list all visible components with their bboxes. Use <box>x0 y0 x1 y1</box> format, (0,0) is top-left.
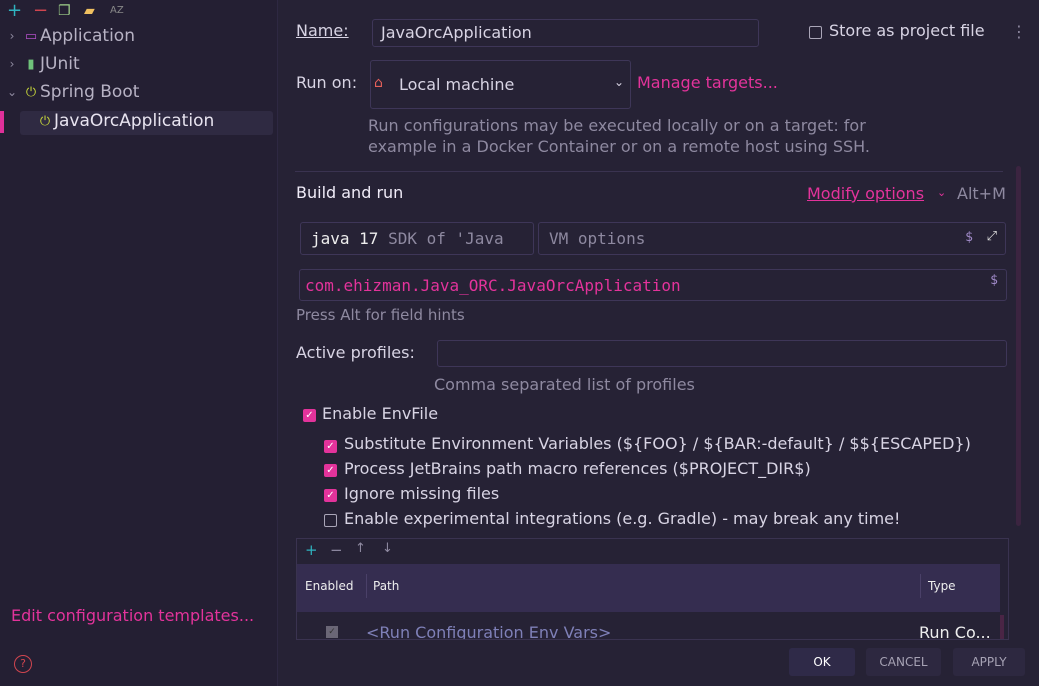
tree-item-java-orc-application[interactable]: ⏻ JavaOrcApplication <box>36 109 214 133</box>
vm-options-input[interactable]: VM options $ ⤢ <box>538 222 1006 255</box>
profiles-hint: Comma separated list of profiles <box>434 375 695 394</box>
tree-item-application[interactable]: › ▭ Application <box>2 24 135 48</box>
remove-row-icon[interactable]: − <box>330 541 343 559</box>
table-header: Enabled Path Type <box>297 564 1000 612</box>
more-icon[interactable]: ⋮ <box>1011 22 1027 41</box>
option-checkbox[interactable] <box>324 514 337 527</box>
jdk-detail: SDK of 'Java <box>388 229 504 248</box>
row-type: Run Co... <box>919 623 991 640</box>
chevron-down-icon[interactable]: ⌄ <box>2 85 22 99</box>
tree-item-label: JUnit <box>40 54 80 74</box>
tree-item-spring-boot[interactable]: ⌄ ⏻ Spring Boot <box>2 80 139 104</box>
chevron-down-icon: ⌄ <box>937 186 947 199</box>
main-class-value: com.ehizman.Java_ORC.JavaOrcApplication <box>305 276 681 295</box>
chevron-right-icon[interactable]: › <box>2 57 22 71</box>
run-on-value: Local machine <box>399 75 515 94</box>
edit-templates-link[interactable]: Edit configuration templates... <box>11 606 254 625</box>
home-icon: ⌂ <box>374 75 383 91</box>
tree-item-label: Application <box>40 26 135 46</box>
sidebar: + − ❐ ▰ AZ › ▭ Application › ▮ JUnit ⌄ ⏻ Sprin… <box>0 0 278 686</box>
run-on-label: Run on: <box>296 73 358 92</box>
junit-icon: ▮ <box>27 56 35 72</box>
new-folder-icon[interactable]: ▰ <box>84 3 95 19</box>
env-table: + − ↑ ↓ Enabled Path Type ✓ <Run Configu… <box>296 538 1009 640</box>
apply-button[interactable]: APPLY <box>953 648 1025 676</box>
name-input[interactable]: JavaOrcApplication <box>372 19 759 47</box>
remove-config-icon[interactable]: − <box>33 0 48 21</box>
move-down-icon[interactable]: ↓ <box>382 541 393 556</box>
macro-icon[interactable]: $ <box>990 273 998 288</box>
store-project-label[interactable]: Store as project file <box>829 21 985 40</box>
run-on-dropdown[interactable]: ⌂ Local machine ⌄ <box>370 60 631 109</box>
chevron-right-icon[interactable]: › <box>2 29 22 43</box>
option-checkbox[interactable]: ✓ <box>324 464 337 477</box>
scrollbar[interactable] <box>1016 166 1021 526</box>
move-up-icon[interactable]: ↑ <box>355 541 366 556</box>
column-path[interactable]: Path <box>373 579 399 593</box>
jdk-main: java 17 <box>311 229 379 248</box>
manage-targets-link[interactable]: Manage targets... <box>637 73 778 92</box>
row-enabled-checkbox[interactable]: ✓ <box>326 626 338 638</box>
store-project-checkbox[interactable] <box>809 26 822 39</box>
option-checkbox[interactable]: ✓ <box>324 440 337 453</box>
build-run-title: Build and run <box>296 183 404 202</box>
option-label[interactable]: Process JetBrains path macro references … <box>344 459 811 478</box>
add-row-icon[interactable]: + <box>305 541 318 559</box>
name-label: Name: <box>296 21 349 40</box>
selection-indicator <box>0 111 4 133</box>
help-icon[interactable]: ? <box>14 655 32 673</box>
ok-button[interactable]: OK <box>789 648 855 676</box>
cancel-button[interactable]: CANCEL <box>866 648 941 676</box>
modify-shortcut: Alt+M <box>957 184 1006 203</box>
copy-icon[interactable]: ❐ <box>58 3 71 19</box>
table-scrollbar[interactable] <box>1000 615 1004 639</box>
chevron-down-icon: ⌄ <box>613 75 624 89</box>
row-path: <Run Configuration Env Vars> <box>366 623 612 640</box>
table-row[interactable]: ✓ <Run Configuration Env Vars> Run Co... <box>297 621 1000 640</box>
spring-boot-icon: ⏻ <box>25 84 37 100</box>
sort-az-icon[interactable]: AZ <box>110 5 124 16</box>
option-label[interactable]: Ignore missing files <box>344 484 499 503</box>
spring-boot-icon: ⏻ <box>39 113 51 129</box>
name-value: JavaOrcApplication <box>381 23 532 42</box>
envfile-checkbox[interactable]: ✓ <box>303 409 316 422</box>
modify-options-link[interactable]: Modify options <box>807 184 924 203</box>
column-type[interactable]: Type <box>928 579 956 593</box>
tree-item-junit[interactable]: › ▮ JUnit <box>2 52 80 76</box>
column-enabled[interactable]: Enabled <box>305 579 354 593</box>
field-hint: Press Alt for field hints <box>296 306 465 324</box>
divider <box>295 171 1003 172</box>
main-class-input[interactable]: com.ehizman.Java_ORC.JavaOrcApplication … <box>299 269 1007 301</box>
option-checkbox[interactable]: ✓ <box>324 489 337 502</box>
vm-options-placeholder: VM options <box>549 229 646 248</box>
add-config-icon[interactable]: + <box>7 0 22 21</box>
tree-item-label: Spring Boot <box>40 82 140 102</box>
run-on-hint-1: Run configurations may be executed local… <box>368 116 866 135</box>
macro-icon[interactable]: $ <box>965 230 973 245</box>
profiles-label: Active profiles: <box>296 343 415 362</box>
envfile-label[interactable]: Enable EnvFile <box>322 404 438 423</box>
jdk-dropdown[interactable]: java 17 SDK of 'Java <box>300 222 534 255</box>
run-on-hint-2: example in a Docker Container or on a re… <box>368 137 870 156</box>
option-label[interactable]: Enable experimental integrations (e.g. G… <box>344 509 900 528</box>
expand-icon[interactable]: ⤢ <box>987 229 997 244</box>
tree-item-label: JavaOrcApplication <box>54 111 215 131</box>
option-label[interactable]: Substitute Environment Variables (${FOO}… <box>344 434 971 453</box>
application-icon: ▭ <box>24 28 38 44</box>
profiles-input[interactable] <box>437 340 1007 367</box>
